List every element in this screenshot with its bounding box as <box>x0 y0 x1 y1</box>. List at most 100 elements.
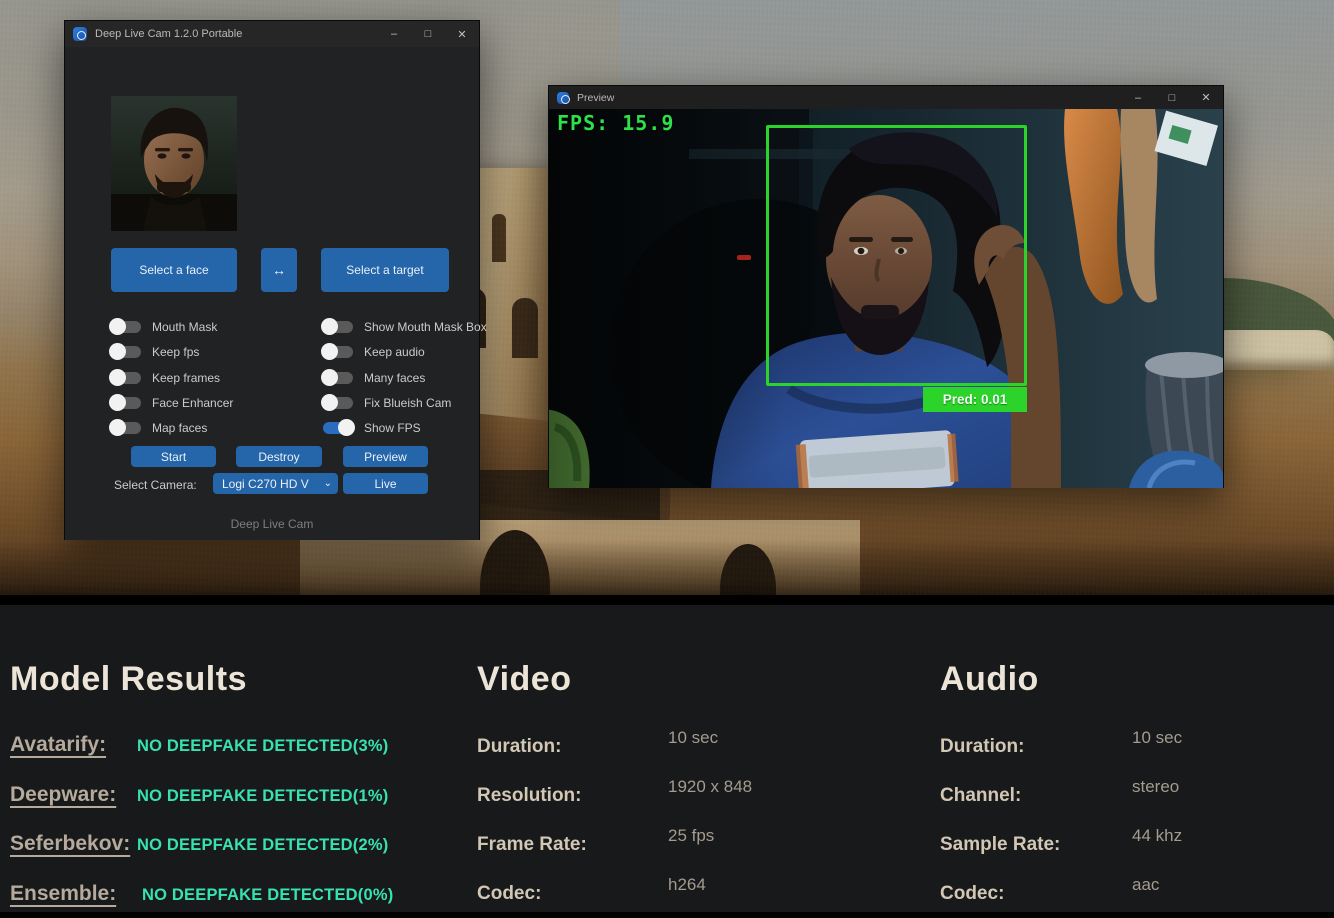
camera-selected-value: Logi C270 HD V <box>222 477 309 491</box>
audio-duration-value: 10 sec <box>1132 728 1182 748</box>
close-icon[interactable]: ✕ <box>1189 86 1223 109</box>
keep-frames-toggle[interactable] <box>111 372 141 384</box>
model-result-value: NO DEEPFAKE DETECTED(1%) <box>137 787 388 806</box>
audio-info-column: Audio Duration: 10 sec Channel: stereo S… <box>940 605 1334 912</box>
select-face-button[interactable]: Select a face <box>111 248 237 292</box>
video-info-column: Video Duration: 10 sec Resolution: 1920 … <box>477 605 897 912</box>
show-fps-toggle[interactable] <box>323 422 353 434</box>
select-target-button[interactable]: Select a target <box>321 248 449 292</box>
toggle-row-show-mouth-mask-box: Show Mouth Mask Box <box>323 317 487 337</box>
window-title: Deep Live Cam 1.2.0 Portable <box>95 28 242 40</box>
model-result-row: Deepware: NO DEEPFAKE DETECTED(1%) <box>10 783 116 811</box>
many-faces-toggle[interactable] <box>323 372 353 384</box>
audio-info-row: Codec: aac <box>940 883 1004 905</box>
swap-faces-button[interactable]: ↔ <box>261 248 297 292</box>
toggle-row-fix-blueish-cam: Fix Blueish Cam <box>323 393 451 413</box>
chevron-down-icon: ⌄ <box>324 478 332 489</box>
toggle-row-keep-audio: Keep audio <box>323 342 425 362</box>
maximize-icon[interactable]: □ <box>411 21 445 47</box>
source-face-thumbnail <box>111 96 237 231</box>
face-portrait-art <box>111 96 237 231</box>
app-icon <box>73 27 87 41</box>
model-results-heading: Model Results <box>10 660 247 699</box>
audio-heading: Audio <box>940 660 1039 699</box>
audio-codec-value: aac <box>1132 875 1159 895</box>
model-result-row: Ensemble: NO DEEPFAKE DETECTED(0%) <box>10 882 116 910</box>
toggle-label: Face Enhancer <box>152 396 233 410</box>
video-codec-label: Codec: <box>477 883 541 904</box>
video-duration-label: Duration: <box>477 736 561 757</box>
video-info-row: Duration: 10 sec <box>477 736 561 758</box>
toggle-label: Show Mouth Mask Box <box>364 320 487 334</box>
model-link-ensemble[interactable]: Ensemble: <box>10 882 116 905</box>
deep-live-cam-window: Deep Live Cam 1.2.0 Portable – □ ✕ <box>64 20 480 540</box>
model-link-seferbekov[interactable]: Seferbekov: <box>10 832 130 855</box>
audio-info-row: Sample Rate: 44 khz <box>940 834 1060 856</box>
app-icon <box>557 92 569 104</box>
audio-duration-label: Duration: <box>940 736 1024 757</box>
camera-select-dropdown[interactable]: Logi C270 HD V ⌄ <box>213 473 338 494</box>
model-result-value: NO DEEPFAKE DETECTED(2%) <box>137 836 388 855</box>
keep-audio-toggle[interactable] <box>323 346 353 358</box>
close-icon[interactable]: ✕ <box>445 21 479 47</box>
fix-blueish-cam-toggle[interactable] <box>323 397 353 409</box>
video-framerate-label: Frame Rate: <box>477 834 587 855</box>
model-result-value: NO DEEPFAKE DETECTED(3%) <box>137 737 388 756</box>
app-footer-label: Deep Live Cam <box>65 517 479 531</box>
model-result-value: NO DEEPFAKE DETECTED(0%) <box>142 886 393 905</box>
toggle-row-face-enhancer: Face Enhancer <box>111 393 233 413</box>
select-camera-label: Select Camera: <box>114 475 197 495</box>
destroy-button[interactable]: Destroy <box>236 446 322 467</box>
model-link-avatarify[interactable]: Avatarify: <box>10 733 106 756</box>
toggle-row-many-faces: Many faces <box>323 368 425 388</box>
video-codec-value: h264 <box>668 875 706 895</box>
preview-button[interactable]: Preview <box>343 446 428 467</box>
toggle-row-keep-fps: Keep fps <box>111 342 199 362</box>
toggle-row-show-fps: Show FPS <box>323 418 421 438</box>
toggle-row-keep-frames: Keep frames <box>111 368 220 388</box>
video-framerate-value: 25 fps <box>668 826 714 846</box>
model-result-row: Seferbekov: NO DEEPFAKE DETECTED(2%) <box>10 832 130 860</box>
face-detection-box <box>766 125 1027 386</box>
results-panel: Model Results Avatarify: NO DEEPFAKE DET… <box>0 595 1334 918</box>
audio-samplerate-value: 44 khz <box>1132 826 1182 846</box>
toggle-label: Keep audio <box>364 345 425 359</box>
video-heading: Video <box>477 660 571 699</box>
audio-channel-value: stereo <box>1132 777 1179 797</box>
video-resolution-value: 1920 x 848 <box>668 777 752 797</box>
toggle-label: Many faces <box>364 371 425 385</box>
prediction-badge: Pred: 0.01 <box>923 387 1027 412</box>
toggle-label: Show FPS <box>364 421 421 435</box>
audio-channel-label: Channel: <box>940 785 1021 806</box>
minimize-icon[interactable]: – <box>377 21 411 47</box>
face-enhancer-toggle[interactable] <box>111 397 141 409</box>
live-button[interactable]: Live <box>343 473 428 494</box>
audio-samplerate-label: Sample Rate: <box>940 834 1060 855</box>
model-results-column: Model Results Avatarify: NO DEEPFAKE DET… <box>10 605 460 912</box>
dlc-titlebar[interactable]: Deep Live Cam 1.2.0 Portable – □ ✕ <box>65 21 479 47</box>
webcam-feed: FPS: 15.9 Pred: 0.01 <box>549 109 1223 488</box>
show-mouth-mask-box-toggle[interactable] <box>323 321 353 333</box>
maximize-icon[interactable]: □ <box>1155 86 1189 109</box>
preview-window: Preview – □ ✕ <box>548 85 1224 488</box>
audio-codec-label: Codec: <box>940 883 1004 904</box>
start-button[interactable]: Start <box>131 446 216 467</box>
audio-info-row: Duration: 10 sec <box>940 736 1024 758</box>
fps-counter: FPS: 15.9 <box>557 111 674 135</box>
model-result-row: Avatarify: NO DEEPFAKE DETECTED(3%) <box>10 733 106 761</box>
mouth-mask-toggle[interactable] <box>111 321 141 333</box>
toggle-label: Mouth Mask <box>152 320 217 334</box>
video-resolution-label: Resolution: <box>477 785 582 806</box>
toggle-row-mouth-mask: Mouth Mask <box>111 317 217 337</box>
model-link-deepware[interactable]: Deepware: <box>10 783 116 806</box>
toggle-label: Fix Blueish Cam <box>364 396 451 410</box>
results-panel-body: Model Results Avatarify: NO DEEPFAKE DET… <box>0 605 1334 912</box>
toggle-label: Map faces <box>152 421 207 435</box>
minimize-icon[interactable]: – <box>1121 86 1155 109</box>
video-info-row: Resolution: 1920 x 848 <box>477 785 582 807</box>
toggle-label: Keep frames <box>152 371 220 385</box>
map-faces-toggle[interactable] <box>111 422 141 434</box>
preview-titlebar[interactable]: Preview – □ ✕ <box>549 86 1223 109</box>
video-duration-value: 10 sec <box>668 728 718 748</box>
keep-fps-toggle[interactable] <box>111 346 141 358</box>
